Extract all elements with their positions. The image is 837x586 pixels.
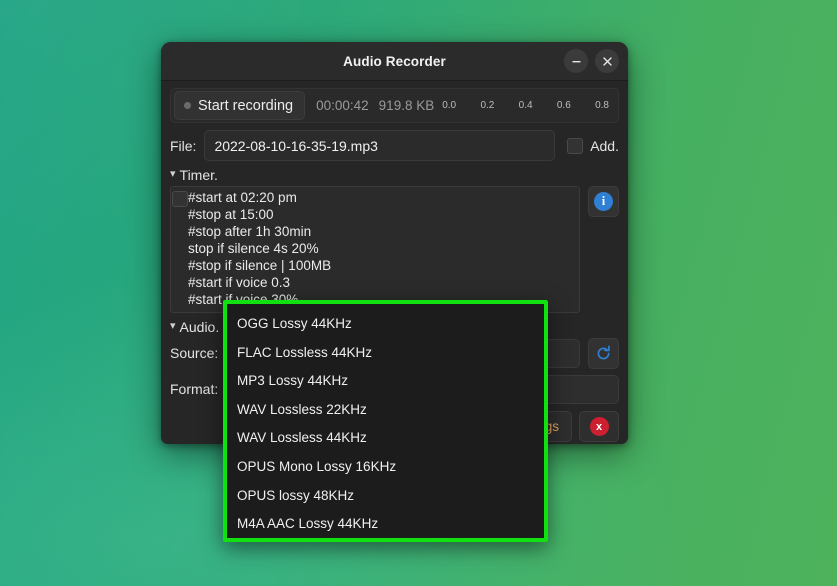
refresh-sources-button[interactable] bbox=[588, 338, 619, 369]
meter-tick: 0.6 bbox=[557, 100, 571, 111]
meter-tick: 0.0 bbox=[442, 100, 456, 111]
audio-section-label: Audio. bbox=[180, 319, 220, 335]
info-icon: i bbox=[594, 192, 613, 211]
timer-row: #start at 02:20 pm #stop at 15:00 #stop … bbox=[170, 186, 619, 313]
refresh-icon bbox=[595, 345, 612, 362]
dropdown-option[interactable]: FLAC Lossless 44KHz bbox=[227, 339, 544, 368]
dropdown-option[interactable]: OPUS Mono Lossy 16KHz bbox=[227, 453, 544, 482]
meter-tick: 0.4 bbox=[519, 100, 533, 111]
format-label: Format: bbox=[170, 381, 228, 397]
timer-rules-list[interactable]: #start at 02:20 pm #stop at 15:00 #stop … bbox=[170, 186, 580, 313]
list-item[interactable]: #stop at 15:00 bbox=[171, 206, 579, 223]
timer-enable-checkbox[interactable] bbox=[172, 191, 188, 207]
file-name-input[interactable] bbox=[204, 130, 555, 161]
quit-x-icon: x bbox=[590, 417, 609, 436]
meter-tick: 0.8 bbox=[595, 100, 609, 111]
start-recording-button[interactable]: Start recording bbox=[174, 91, 305, 120]
minimize-icon bbox=[571, 56, 582, 67]
dropdown-option[interactable]: OGG Lossy 44KHz bbox=[227, 310, 544, 339]
list-item[interactable]: #stop if silence | 100MB bbox=[171, 257, 579, 274]
dropdown-option[interactable]: M4A AAC Lossy 44KHz bbox=[227, 510, 544, 539]
file-label: File: bbox=[170, 138, 196, 154]
record-toolbar: Start recording 00:00:42 919.8 KB 0.0 0.… bbox=[170, 88, 619, 123]
format-dropdown-menu[interactable]: OGG Lossy 44KHz FLAC Lossless 44KHz MP3 … bbox=[223, 300, 548, 542]
close-button[interactable] bbox=[595, 49, 619, 73]
list-item[interactable]: #stop after 1h 30min bbox=[171, 223, 579, 240]
dropdown-option[interactable]: MP3 Lossy 44KHz bbox=[227, 367, 544, 396]
append-label: Add. bbox=[590, 138, 619, 154]
window-controls bbox=[564, 42, 619, 80]
window-title: Audio Recorder bbox=[343, 54, 446, 69]
timer-section-expander[interactable]: ▾ Timer. bbox=[170, 167, 619, 183]
title-bar: Audio Recorder bbox=[161, 42, 628, 81]
dropdown-option[interactable]: OPUS lossy 48KHz bbox=[227, 482, 544, 511]
dropdown-option[interactable]: WAV Lossless 44KHz bbox=[227, 424, 544, 453]
chevron-down-icon: ▾ bbox=[170, 169, 176, 180]
chevron-down-icon: ▾ bbox=[170, 321, 176, 332]
timer-section-label: Timer. bbox=[180, 167, 218, 183]
dropdown-option[interactable]: WAV Lossless 22KHz bbox=[227, 396, 544, 425]
meter-tick: 0.2 bbox=[480, 100, 494, 111]
level-meter-scale: 0.0 0.2 0.4 0.6 0.8 bbox=[442, 100, 615, 111]
append-checkbox[interactable] bbox=[567, 138, 583, 154]
list-item[interactable]: stop if silence 4s 20% bbox=[171, 240, 579, 257]
list-item[interactable]: #start at 02:20 pm bbox=[171, 189, 579, 206]
file-size: 919.8 KB bbox=[379, 98, 435, 113]
start-recording-label: Start recording bbox=[198, 98, 293, 114]
source-label: Source: bbox=[170, 345, 228, 361]
append-option: Add. bbox=[563, 138, 619, 154]
minimize-button[interactable] bbox=[564, 49, 588, 73]
file-row: File: Add. bbox=[170, 130, 619, 161]
timer-info-button[interactable]: i bbox=[588, 186, 619, 217]
list-item[interactable]: #start if voice 0.3 bbox=[171, 274, 579, 291]
record-indicator-dot bbox=[184, 102, 191, 109]
quit-button[interactable]: x bbox=[579, 411, 619, 442]
elapsed-time: 00:00:42 bbox=[316, 98, 369, 113]
close-icon bbox=[602, 56, 613, 67]
